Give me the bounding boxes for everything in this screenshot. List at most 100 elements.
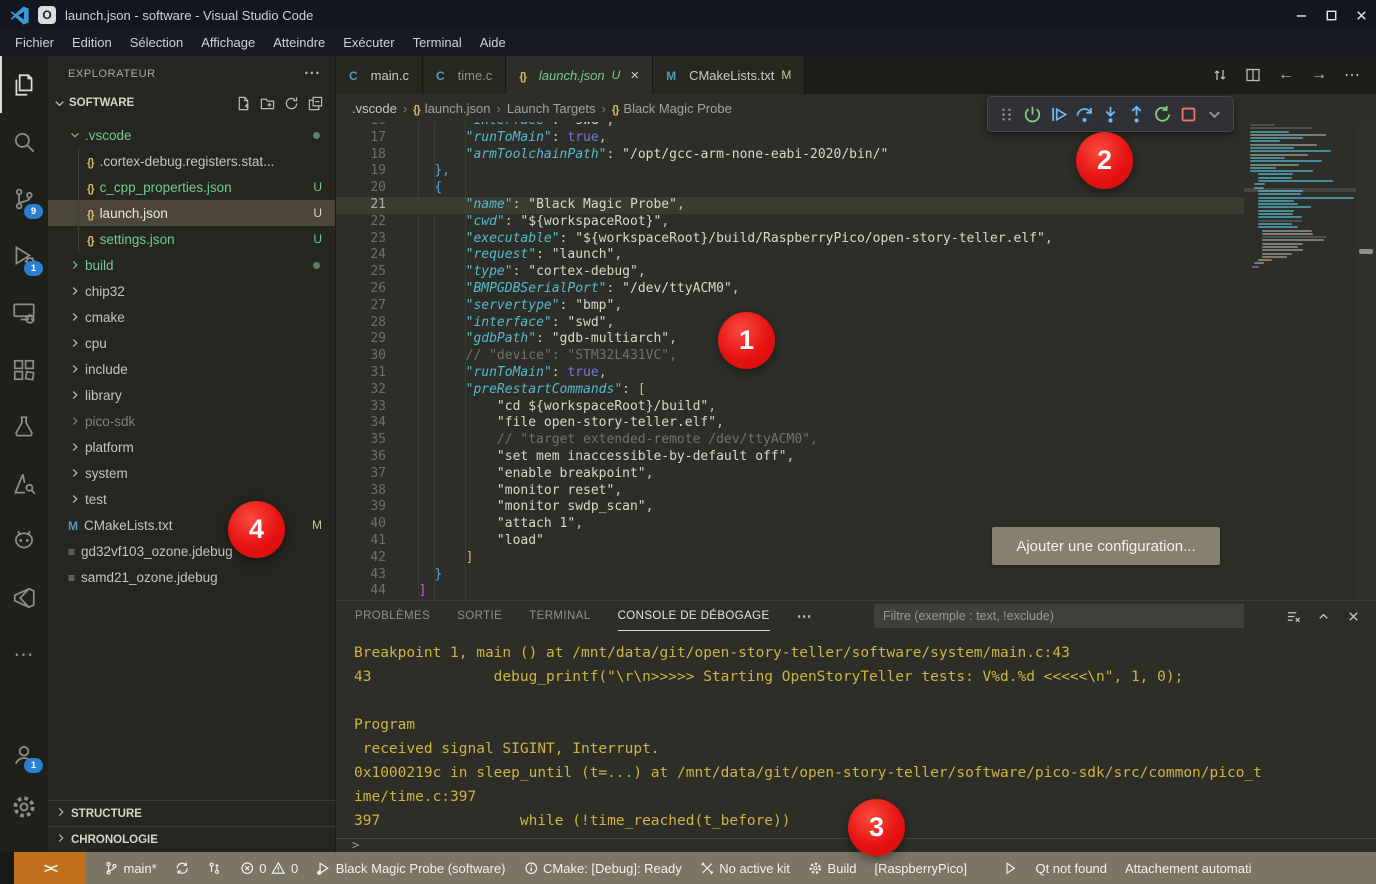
code-line-18[interactable]: 18 "armToolchainPath": "/opt/gcc-arm-non… <box>336 147 1356 164</box>
code-editor[interactable]: 16 "interface": "swd",17 "runToMain": tr… <box>336 122 1376 600</box>
code-line-27[interactable]: 27 "servertype": "bmp", <box>336 298 1356 315</box>
menu-sélection[interactable]: Sélection <box>121 30 192 56</box>
status-item[interactable] <box>207 861 222 876</box>
editor-tab-launch.json[interactable]: {}launch.jsonU× <box>506 56 653 94</box>
add-configuration-button[interactable]: Ajouter une configuration... <box>992 527 1220 565</box>
refresh-icon[interactable] <box>284 96 299 111</box>
arrow-left-icon[interactable]: ← <box>1278 66 1294 84</box>
panel-tab-sortie[interactable]: SORTIE <box>457 601 502 631</box>
activity-testing-icon[interactable] <box>0 398 48 455</box>
new-folder-icon[interactable] <box>260 96 275 111</box>
section-chronologie[interactable]: CHRONOLOGIE <box>48 826 335 852</box>
close-button[interactable] <box>1346 0 1376 30</box>
tree-item-launch.json[interactable]: {}launch.jsonU <box>48 200 335 226</box>
workspace-section-header[interactable]: SOFTWARE <box>48 91 335 115</box>
code-line-31[interactable]: 31 "runToMain": true, <box>336 365 1356 382</box>
tree-item-gd32vf103_ozone.jdebug[interactable]: ≡gd32vf103_ozone.jdebug <box>48 538 335 564</box>
minimap[interactable] <box>1244 122 1356 600</box>
activity-cmake-tools-icon[interactable] <box>0 455 48 512</box>
code-line-19[interactable]: 19 }, <box>336 163 1356 180</box>
activity-remote-explorer-icon[interactable] <box>0 284 48 341</box>
panel-tab-terminal[interactable]: TERMINAL <box>529 601 590 631</box>
panel-tab-problèmes[interactable]: PROBLÈMES <box>355 601 430 631</box>
more-icon[interactable]: ⋯ <box>1344 65 1360 85</box>
activity-vs-icon[interactable] <box>0 569 48 626</box>
explorer-more-icon[interactable]: ··· <box>304 65 321 82</box>
tree-item-chip32[interactable]: chip32 <box>48 278 335 304</box>
grip-icon[interactable] <box>997 105 1016 124</box>
tree-item-samd21_ozone.jdebug[interactable]: ≡samd21_ozone.jdebug <box>48 564 335 590</box>
activity-extensions-icon[interactable] <box>0 341 48 398</box>
status-item[interactable] <box>175 861 190 876</box>
arrow-right-icon[interactable]: → <box>1311 66 1327 84</box>
activity-more-icon[interactable]: ⋯ <box>0 626 48 683</box>
activity-robot-icon[interactable] <box>0 512 48 569</box>
panel-tabs-more-icon[interactable]: ⋯ <box>797 601 812 631</box>
code-line-26[interactable]: 26 "BMPGDBSerialPort": "/dev/ttyACM0", <box>336 281 1356 298</box>
step-into-icon[interactable] <box>1101 105 1120 124</box>
step-over-icon[interactable] <box>1075 105 1094 124</box>
code-line-35[interactable]: 35 // "target extended-remote /dev/ttyAC… <box>336 432 1356 449</box>
code-line-33[interactable]: 33 "cd ${workspaceRoot}/build", <box>336 399 1356 416</box>
breadcrumb-item[interactable]: {}launch.json <box>413 101 490 116</box>
restart-icon[interactable] <box>1153 105 1172 124</box>
code-line-24[interactable]: 24 "request": "launch", <box>336 247 1356 264</box>
status-item-main[interactable]: main* <box>104 861 157 876</box>
editor-tab-main.c[interactable]: Cmain.c <box>336 56 423 94</box>
tree-item-cmake[interactable]: cmake <box>48 304 335 330</box>
code-line-38[interactable]: 38 "monitor reset", <box>336 483 1356 500</box>
activity-settings-gear-icon[interactable] <box>0 781 48 833</box>
code-line-37[interactable]: 37 "enable breakpoint", <box>336 466 1356 483</box>
breadcrumb-item[interactable]: {}Black Magic Probe <box>612 101 732 116</box>
filter-clear-icon[interactable] <box>1286 609 1301 624</box>
stop-icon[interactable] <box>1179 105 1198 124</box>
close-icon[interactable] <box>1346 609 1361 624</box>
split-editor-icon[interactable] <box>1245 67 1261 83</box>
code-line-22[interactable]: 22 "cwd": "${workspaceRoot}", <box>336 214 1356 231</box>
editor-tab-time.c[interactable]: Ctime.c <box>423 56 506 94</box>
tree-item-include[interactable]: include <box>48 356 335 382</box>
menu-terminal[interactable]: Terminal <box>404 30 471 56</box>
status-item-build[interactable]: Build <box>808 861 856 876</box>
tree-item-pico-sdk[interactable]: pico-sdk <box>48 408 335 434</box>
status-item-no-active-kit[interactable]: No active kit <box>700 861 790 876</box>
tree-item-system[interactable]: system <box>48 460 335 486</box>
tree-item-CMakeLists.txt[interactable]: MCMakeLists.txtM <box>48 512 335 538</box>
editor-scrollbar[interactable] <box>1356 122 1376 600</box>
new-file-icon[interactable] <box>236 96 251 111</box>
step-out-icon[interactable] <box>1127 105 1146 124</box>
close-icon[interactable]: × <box>630 67 639 84</box>
tree-item-test[interactable]: test <box>48 486 335 512</box>
tree-item-build[interactable]: build <box>48 252 335 278</box>
status-item-black-magic-probe-software[interactable]: Black Magic Probe (software) <box>316 861 505 876</box>
breadcrumb-item[interactable]: .vscode <box>352 101 397 116</box>
tree-item-library[interactable]: library <box>48 382 335 408</box>
tree-item-.vscode[interactable]: .vscode <box>48 122 335 148</box>
compare-changes-icon[interactable] <box>1212 67 1228 83</box>
tree-item-platform[interactable]: platform <box>48 434 335 460</box>
section-structure[interactable]: STRUCTURE <box>48 800 335 826</box>
debug-filter-input[interactable] <box>874 604 1244 628</box>
code-line-39[interactable]: 39 "monitor swdp_scan", <box>336 499 1356 516</box>
menu-exécuter[interactable]: Exécuter <box>334 30 403 56</box>
status-item-raspberrypico[interactable]: [RaspberryPico] <box>874 861 966 876</box>
tree-item-c_cpp_properties.json[interactable]: {}c_cpp_properties.jsonU <box>48 174 335 200</box>
code-line-43[interactable]: 43 } <box>336 567 1356 584</box>
chevron-up-icon[interactable] <box>1316 609 1331 624</box>
breadcrumb-item[interactable]: Launch Targets <box>507 101 596 116</box>
code-line-34[interactable]: 34 "file open-story-teller.elf", <box>336 415 1356 432</box>
continue-icon[interactable] <box>1049 105 1068 124</box>
menu-affichage[interactable]: Affichage <box>192 30 264 56</box>
code-line-32[interactable]: 32 "preRestartCommands": [ <box>336 382 1356 399</box>
maximize-button[interactable] <box>1316 0 1346 30</box>
tree-item-cpu[interactable]: cpu <box>48 330 335 356</box>
collapse-all-icon[interactable] <box>308 96 323 111</box>
power-icon[interactable] <box>1023 105 1042 124</box>
scrollbar-thumb[interactable] <box>1359 249 1373 254</box>
code-line-44[interactable]: 44 ] <box>336 583 1356 600</box>
status-item-0[interactable]: 00 <box>240 861 298 876</box>
status-item-cmake-debug-ready[interactable]: CMake: [Debug]: Ready <box>524 861 682 876</box>
code-line-23[interactable]: 23 "executable": "${workspaceRoot}/build… <box>336 231 1356 248</box>
menu-fichier[interactable]: Fichier <box>6 30 63 56</box>
code-line-20[interactable]: 20 { <box>336 180 1356 197</box>
